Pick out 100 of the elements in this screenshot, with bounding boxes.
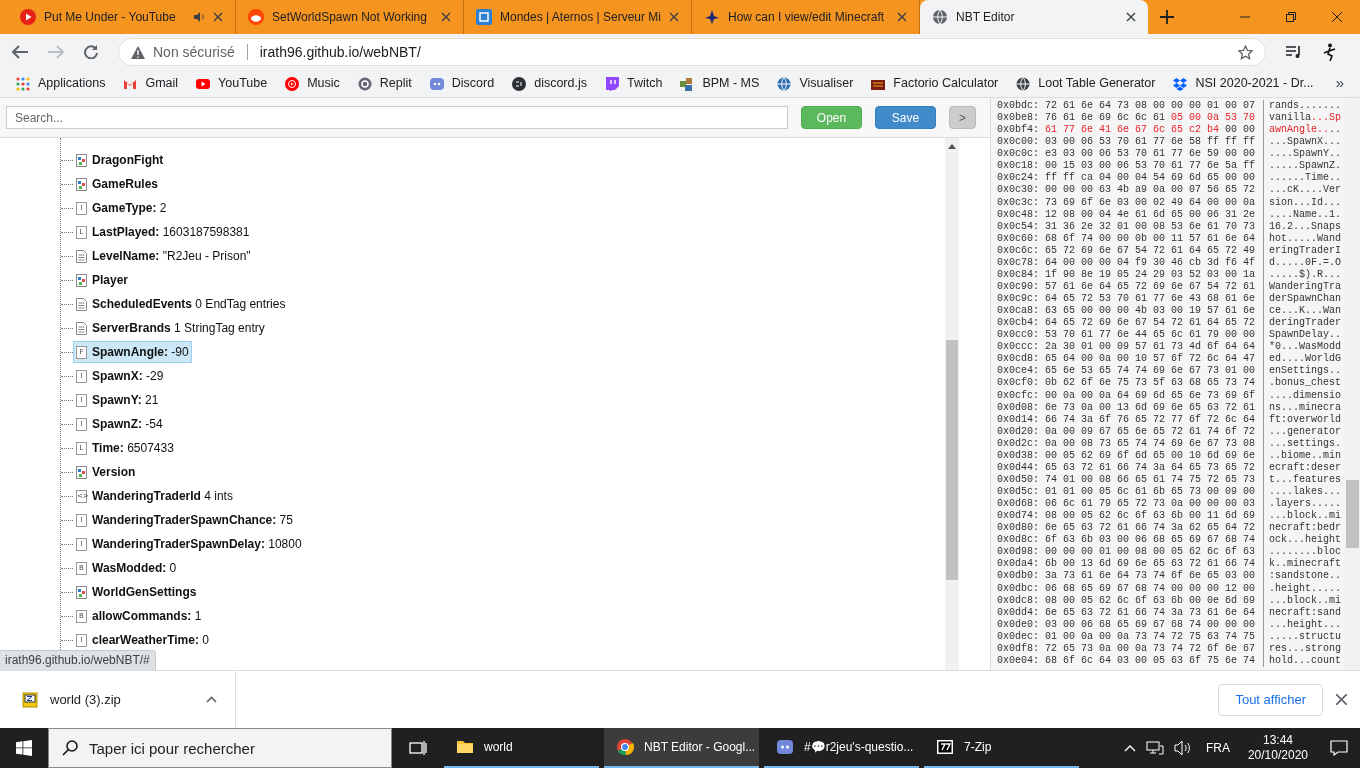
plus-icon[interactable] [1160, 10, 1174, 24]
taskbar-app[interactable]: world [444, 728, 599, 768]
hex-bytes: 6f 63 6b 03 00 06 68 65 69 67 68 74 [1045, 534, 1256, 546]
toggle-button[interactable]: > [949, 106, 976, 129]
bookmark-link[interactable]: Loot Table Generator [1038, 74, 1156, 93]
close-icon[interactable] [441, 12, 451, 22]
tree-node[interactable]: WorldGenSettings [73, 581, 200, 603]
ascii-text: .bonus_chest [1269, 377, 1341, 390]
app-label: 7-Zip [964, 739, 992, 756]
bookmark-link[interactable]: BPM - MS [702, 74, 760, 93]
tree-label: Time: 6507433 [92, 440, 174, 457]
hex-offset: 0x0cb4: [997, 317, 1040, 330]
tab-title: Put Me Under - YouTube [44, 9, 177, 26]
hex-bytes: 00 00 00 63 4b a9 0a 00 07 56 65 72 [1045, 184, 1256, 197]
hex-offset: 0x0ca8: [997, 305, 1040, 317]
figure-icon[interactable] [1322, 43, 1336, 61]
hex-bytes: 65 63 72 61 66 74 3a 64 65 73 65 72 [1045, 461, 1256, 474]
bookmark-link[interactable]: NSI 2020-2021 - Dr... [1195, 74, 1314, 93]
close-icon[interactable] [1336, 694, 1347, 705]
close-icon[interactable] [1332, 12, 1342, 22]
hex-offset: 0x0dc8: [997, 594, 1040, 607]
bookmark-link[interactable]: Applications [38, 74, 106, 93]
hex-bytes: 63 65 00 00 00 4b 03 00 19 57 61 6e [1045, 305, 1256, 318]
ascii-text: ...SpawnX... [1269, 136, 1341, 149]
chevron-up-icon[interactable] [1123, 744, 1136, 752]
search-field[interactable]: Search... [6, 106, 788, 129]
chat-icon [776, 738, 794, 756]
ascii-text: ....Name..1. [1269, 208, 1341, 221]
reload-icon[interactable] [84, 45, 98, 59]
site-icon [285, 76, 300, 91]
speaker-icon[interactable] [1173, 740, 1192, 756]
ascii-text: ce...K...Wan [1269, 305, 1341, 317]
scrollbar-thumb[interactable] [946, 340, 958, 580]
tree-node[interactable]: ScheduledEvents 0 EndTag entries [73, 293, 289, 315]
taskbar-app[interactable]: #💬r2jeu's-questio... [764, 728, 919, 768]
close-icon[interactable] [1126, 12, 1136, 22]
search-icon [62, 740, 78, 756]
hex-bytes: 08 00 05 62 6c 6f 63 6b 00 0e 6d 69 [1045, 594, 1256, 607]
more-bookmarks-button[interactable]: » [1335, 72, 1344, 95]
hex-offset: 0x0cfc: [997, 389, 1040, 402]
bookmark-link[interactable]: Discord [451, 74, 495, 93]
taskbar-search-field[interactable]: Taper ici pour rechercher [48, 728, 392, 768]
tree-node[interactable]: GameRules [73, 173, 162, 195]
tree-node[interactable]: Player [73, 269, 132, 291]
maximize-icon[interactable] [1286, 12, 1296, 22]
network-icon[interactable] [1145, 740, 1164, 756]
bookmark-link[interactable]: Twitch [627, 74, 663, 93]
bookmark-link[interactable]: discord.js [534, 74, 587, 93]
tree-label: Version [92, 464, 136, 481]
clock-time[interactable]: 13:44 [1262, 733, 1293, 748]
bookmark-link[interactable]: Visualiser [799, 74, 854, 93]
clock-date[interactable]: 20/10/2020 [1247, 748, 1308, 763]
browser-tab[interactable]: NBT Editor [920, 0, 1148, 34]
language-indicator[interactable]: FRA [1205, 739, 1230, 757]
tree-label: WanderingTraderSpawnDelay: 10800 [92, 536, 302, 553]
site-icon [1173, 76, 1188, 91]
bookmark-link[interactable]: Gmail [145, 74, 179, 93]
task-view-icon[interactable] [409, 740, 427, 756]
tree-node[interactable]: ServerBrands 1 StringTag entry [73, 317, 268, 339]
save-button[interactable]: Save [875, 106, 936, 129]
taskbar-app[interactable]: NBT Editor - Googl... [604, 728, 759, 768]
hex-offset: 0x0c78: [997, 256, 1040, 269]
close-icon[interactable] [669, 12, 679, 22]
forward-arrow-icon [48, 45, 64, 59]
bookmark-link[interactable]: YouTube [218, 74, 268, 93]
tree-label: WanderingTraderSpawnChance: 75 [92, 512, 293, 529]
star-icon[interactable] [1238, 44, 1253, 60]
playlist-icon[interactable] [1286, 45, 1302, 59]
caret-up-icon[interactable] [206, 696, 217, 703]
taskbar-app[interactable]: 7-Zip [924, 728, 1079, 768]
hex-bytes: 66 74 3a 6f 76 65 72 77 6f 72 6c 64 [1045, 413, 1256, 426]
bookmark-link[interactable]: Factorio Calculator [893, 74, 999, 93]
notification-icon[interactable] [1330, 740, 1348, 756]
hex-offset: 0x0c84: [997, 268, 1040, 281]
grid-icon [16, 76, 30, 91]
scrollbar-thumb[interactable] [1346, 480, 1359, 548]
tree-node[interactable]: Version [73, 461, 139, 483]
bookmark-link[interactable]: Music [307, 74, 340, 93]
hex-bytes: 00 05 62 69 6f 6d 65 00 10 6d 69 6e [1045, 449, 1256, 462]
up-arrow-icon[interactable] [948, 144, 956, 149]
close-icon[interactable] [213, 12, 223, 22]
ascii-text: enSettings.. [1269, 365, 1341, 377]
bookmark-link[interactable]: Replit [379, 74, 412, 93]
tree-node[interactable]: DragonFight [73, 149, 167, 171]
hex-offset: 0x0dec: [997, 630, 1040, 643]
tree-label: LastPlayed: 1603187598381 [92, 224, 250, 241]
hex-offset: 0x0dd4: [997, 606, 1040, 619]
tab-title: SetWorldSpawn Not Working [272, 9, 428, 26]
close-icon[interactable] [897, 12, 907, 22]
hex-bytes: 61 77 6e 41 6e 67 6c 65 c2 b4 [1045, 124, 1220, 136]
ascii-text: deringTrader [1269, 317, 1341, 329]
hex-bytes: 53 70 61 77 6e 44 65 6c 61 79 00 00 [1045, 329, 1256, 341]
tree-node[interactable]: LevelName: "R2Jeu - Prison" [73, 245, 254, 267]
show-all-button[interactable]: Tout afficher [1218, 683, 1323, 716]
ascii-text: ...settings. [1269, 437, 1341, 450]
back-arrow-icon[interactable] [12, 45, 28, 59]
address-bar[interactable]: Non sécurisé irath96.github.io/webNBT/ [118, 38, 1266, 66]
tree-label: LevelName: "R2Jeu - Prison" [92, 248, 251, 265]
scrollbar[interactable] [945, 138, 959, 670]
scrollbar[interactable] [1345, 98, 1360, 670]
